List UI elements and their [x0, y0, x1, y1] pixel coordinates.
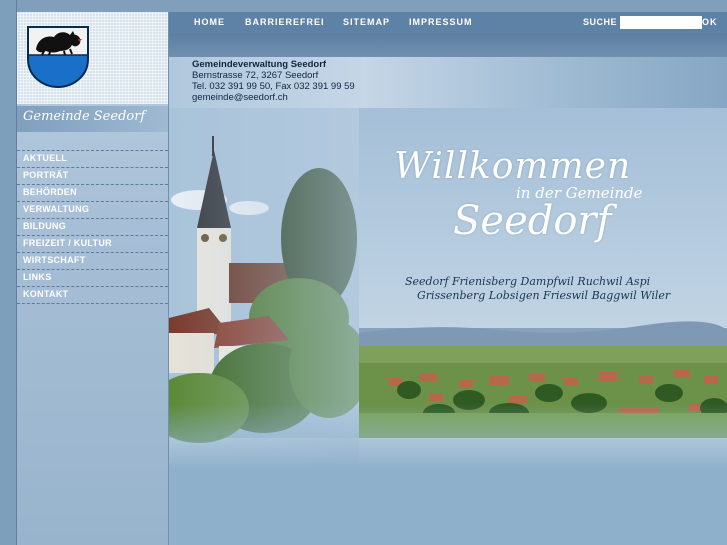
sidebar-item-verwaltung: VERWALTUNG [17, 202, 168, 219]
sidebar-link-portraet[interactable]: PORTRÄT [17, 168, 168, 184]
sidebar-link-wirtschaft[interactable]: WIRTSCHAFT [17, 253, 168, 269]
topnav-sitemap[interactable]: SITEMAP [343, 12, 390, 33]
topnav-barrierefrei[interactable]: BARRIEREFREI [245, 12, 325, 33]
search-label: SUCHE [583, 17, 618, 27]
search-ok-button[interactable]: OK [702, 12, 718, 33]
site-name-bar: Gemeinde Seedorf [17, 106, 168, 132]
welcome-town: Seedorf [453, 198, 612, 244]
sidebar-link-verwaltung[interactable]: VERWALTUNG [17, 202, 168, 218]
welcome-title: Willkommen [394, 146, 632, 187]
sidebar-link-kontakt[interactable]: KONTAKT [17, 287, 168, 303]
topnav-home[interactable]: HOME [194, 12, 225, 33]
top-strip [0, 0, 727, 12]
sidebar-link-links[interactable]: LINKS [17, 270, 168, 286]
address-name: Gemeindeverwaltung Seedorf [192, 59, 327, 70]
logo-box [17, 12, 168, 104]
address-street: Bernstrasse 72, 3267 Seedorf [192, 70, 319, 81]
sidebar-link-aktuell[interactable]: AKTUELL [17, 151, 168, 167]
header-band: Gemeindeverwaltung Seedorf Bernstrasse 7… [169, 33, 727, 108]
address-email[interactable]: gemeinde@seedorf.ch [192, 92, 355, 103]
sidebar-item-behoerden: BEHÖRDEN [17, 185, 168, 202]
sidebar-item-aktuell: AKTUELL [17, 151, 168, 168]
sidebar-item-wirtschaft: WIRTSCHAFT [17, 253, 168, 270]
content-area-bottom [169, 470, 727, 545]
hero-image: Willkommen in der Gemeinde Seedorf Seedo… [169, 108, 727, 470]
sidebar-item-portraet: PORTRÄT [17, 168, 168, 185]
sidebar-item-freizeit-kultur: FREIZEIT / KULTUR [17, 236, 168, 253]
top-navigation: HOME BARRIEREFREI SITEMAP IMPRESSUM SUCH… [169, 12, 727, 33]
address-phone: Tel. 032 391 99 50, Fax 032 391 99 59 [192, 81, 355, 92]
sidebar: Gemeinde Seedorf AKTUELL PORTRÄT BEHÖRDE… [17, 12, 168, 545]
address-block: Gemeindeverwaltung Seedorf Bernstrasse 7… [192, 59, 355, 103]
search-input[interactable] [620, 16, 702, 29]
sidebar-item-links: LINKS [17, 270, 168, 287]
bear-coat-of-arms-icon[interactable] [26, 25, 90, 89]
left-strip [0, 0, 17, 545]
sidebar-link-behoerden[interactable]: BEHÖRDEN [17, 185, 168, 201]
sidebar-link-bildung[interactable]: BILDUNG [17, 219, 168, 235]
sidebar-item-kontakt: KONTAKT [17, 287, 168, 304]
sidebar-item-bildung: BILDUNG [17, 219, 168, 236]
sidebar-nav: AKTUELL PORTRÄT BEHÖRDEN VERWALTUNG BILD… [17, 150, 168, 304]
sidebar-link-freizeit-kultur[interactable]: FREIZEIT / KULTUR [17, 236, 168, 252]
villages-line-2: Grissenberg Lobsigen Frieswil Baggwil Wi… [417, 289, 671, 302]
villages-line-1: Seedorf Frienisberg Dampfwil Ruchwil Asp… [405, 275, 651, 288]
site-name: Gemeinde Seedorf [23, 109, 146, 124]
topnav-impressum[interactable]: IMPRESSUM [409, 12, 473, 33]
